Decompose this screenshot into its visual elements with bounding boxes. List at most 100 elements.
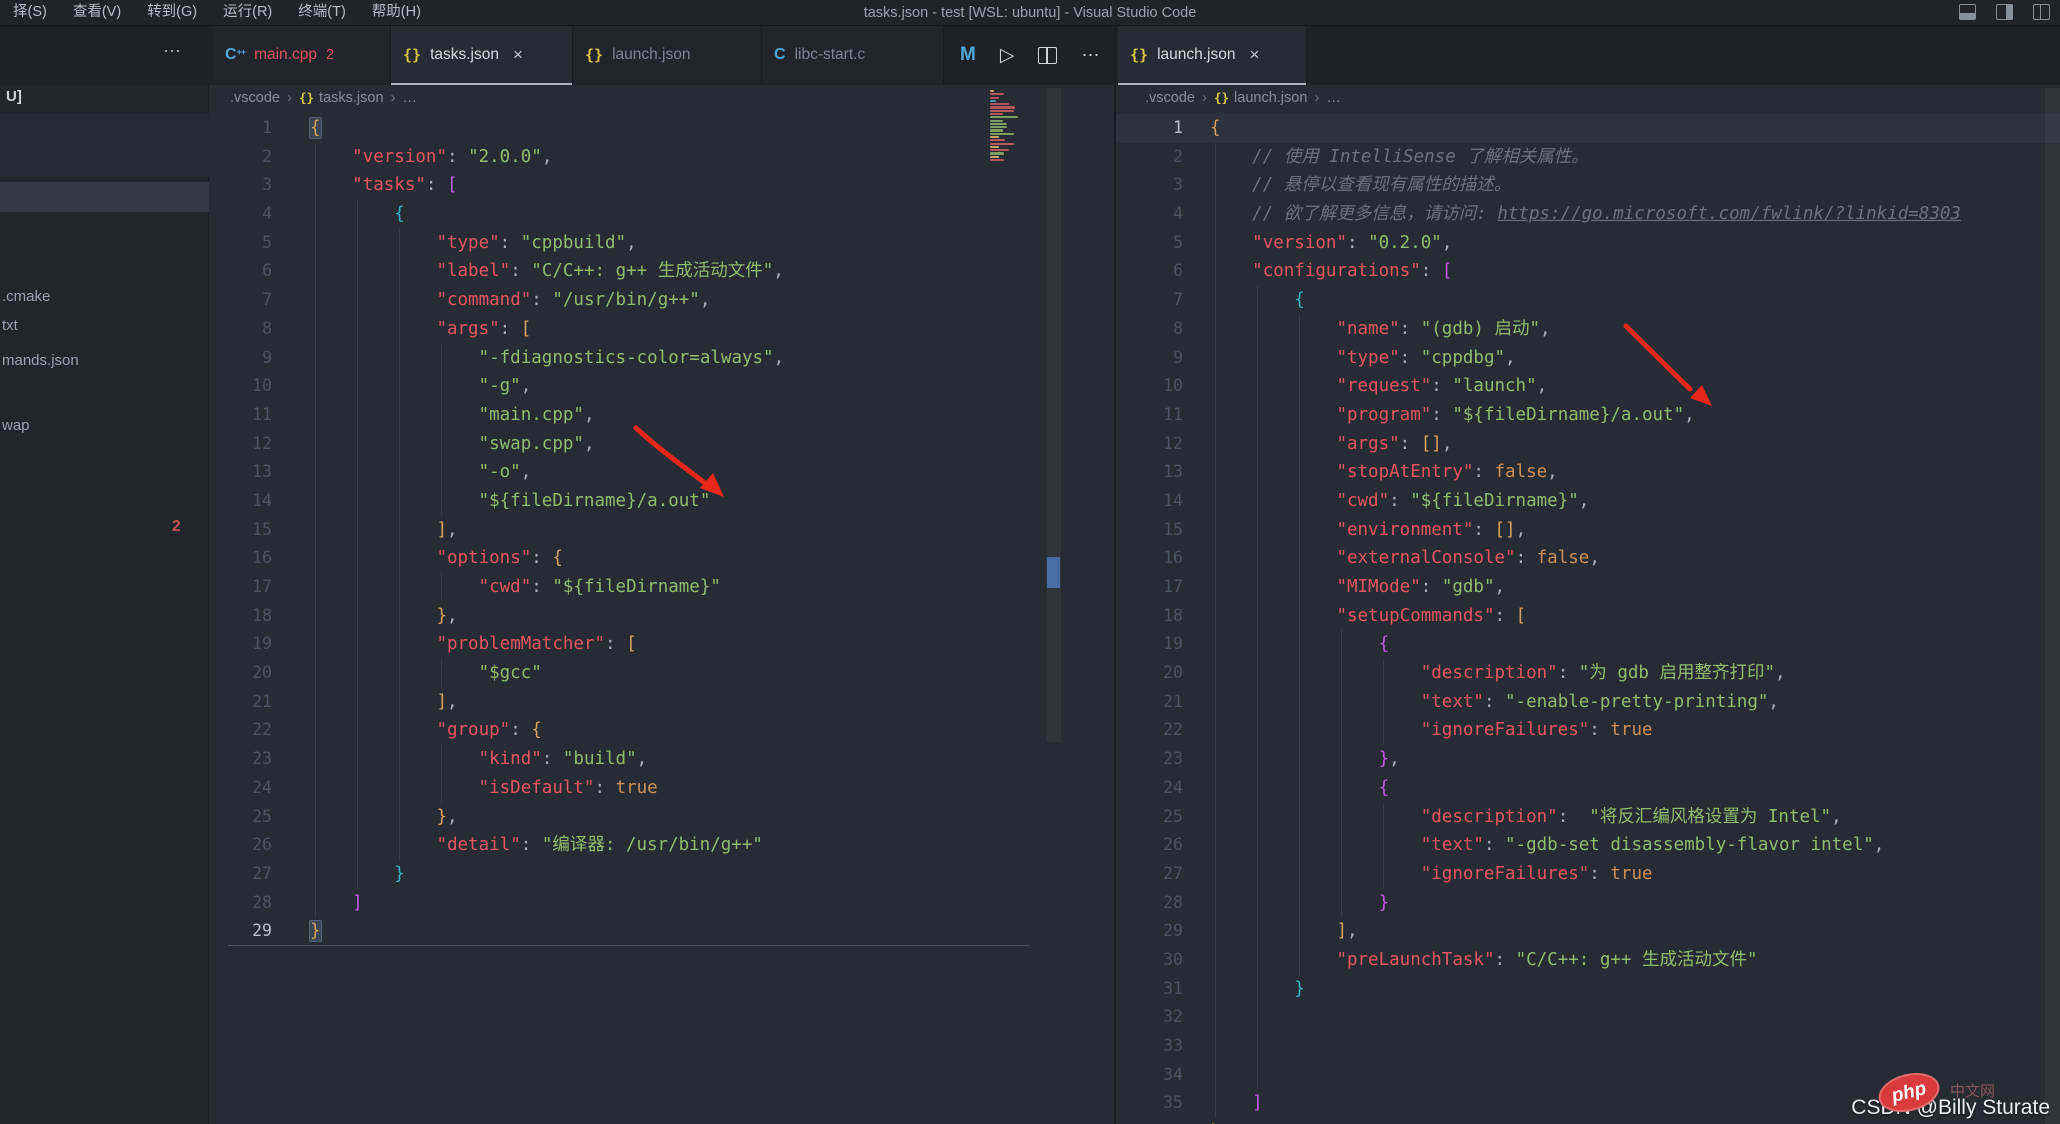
code-line[interactable]: 33 [1115, 1032, 2060, 1061]
code-line[interactable]: 20 "description": "为 gdb 启用整齐打印", [1115, 659, 2060, 688]
tab-libc-start-c[interactable]: C libc-start.c [762, 25, 944, 85]
code-line[interactable]: 21 ], [209, 687, 1115, 717]
code-line[interactable]: 20 "$gcc" [209, 659, 1115, 688]
code-line[interactable]: 12 "args": [], [1115, 429, 2060, 459]
breadcrumb-more[interactable]: … [403, 90, 418, 106]
code-line[interactable]: 18 "setupCommands": [ [1115, 601, 2060, 631]
line-number[interactable]: 8 [1115, 315, 1183, 344]
code-line[interactable]: 30 "preLaunchTask": "C/C++: g++ 生成活动文件" [1115, 945, 2060, 975]
line-number[interactable]: 26 [1115, 831, 1183, 860]
line-number[interactable]: 19 [209, 630, 272, 659]
line-number[interactable]: 34 [1115, 1061, 1183, 1090]
line-number[interactable]: 29 [1115, 917, 1183, 946]
code-line[interactable]: 23 }, [1115, 745, 2060, 774]
line-number[interactable]: 18 [1115, 602, 1183, 631]
code-line[interactable]: 7 { [1115, 286, 2060, 315]
cmake-icon[interactable]: M [960, 44, 976, 66]
line-number[interactable]: 15 [209, 516, 272, 545]
code-line[interactable]: 26 "text": "-gdb-set disassembly-flavor … [1115, 831, 2060, 860]
line-number[interactable]: 5 [1115, 229, 1183, 258]
tab-main-cpp[interactable]: C++ main.cpp 2 [213, 25, 391, 85]
code-line[interactable]: 21 "text": "-enable-pretty-printing", [1115, 687, 2060, 717]
code-line[interactable]: 19 "problemMatcher": [ [209, 630, 1115, 660]
line-number[interactable]: 2 [209, 143, 272, 172]
code-line[interactable]: 32 [1115, 1003, 2060, 1032]
code-line[interactable]: 10 "-g", [209, 372, 1115, 401]
line-number[interactable]: 1 [1115, 114, 1183, 143]
line-number[interactable]: 25 [209, 803, 272, 832]
split-editor-icon[interactable] [1038, 46, 1058, 64]
code-line[interactable]: 29} [209, 917, 1115, 946]
code-line[interactable]: 15 ], [209, 515, 1115, 545]
tab-launch-json-left[interactable]: {} launch.json [573, 25, 762, 85]
editor-tasks-json[interactable]: 1{2 "version": "2.0.0", 3 "tasks": [4 {5 … [209, 110, 1115, 1124]
line-number[interactable]: 10 [1115, 372, 1183, 401]
code-line[interactable]: 24 "isDefault": true [209, 773, 1115, 803]
code-line[interactable]: 19 { [1115, 630, 2060, 660]
line-number[interactable]: 23 [1115, 745, 1183, 774]
scrollbar-right[interactable] [2045, 88, 2060, 1124]
line-number[interactable]: 31 [1115, 975, 1183, 1004]
sidebar-item-txt[interactable]: txt [2, 317, 18, 334]
line-number[interactable]: 33 [1115, 1032, 1183, 1061]
selected-file-row[interactable] [0, 182, 209, 212]
line-number[interactable]: 14 [209, 487, 272, 516]
code-line[interactable]: 8 "name": "(gdb) 启动", [1115, 314, 2060, 344]
menu-view[interactable]: 查看(V) [60, 0, 134, 25]
menu-help[interactable]: 帮助(H) [359, 0, 434, 25]
code-line[interactable]: 12 "swap.cpp", [209, 429, 1115, 459]
line-number[interactable]: 28 [209, 889, 272, 918]
code-line[interactable]: 22 "group": { [209, 716, 1115, 746]
editor-group-divider[interactable] [1114, 25, 1116, 1124]
line-number[interactable]: 22 [1115, 716, 1183, 745]
code-line[interactable]: 11 "main.cpp", [209, 400, 1115, 430]
line-number[interactable]: 20 [209, 659, 272, 688]
more-actions-icon[interactable]: ⋯ [1081, 45, 1099, 66]
tab-tasks-json[interactable]: {} tasks.json × [391, 25, 573, 85]
code-line[interactable]: 11 "program": "${fileDirname}/a.out", [1115, 400, 2060, 430]
line-number[interactable]: 24 [209, 774, 272, 803]
line-number[interactable]: 1 [209, 114, 272, 143]
tab-launch-json-right[interactable]: {} launch.json × [1118, 25, 1307, 85]
code-line[interactable]: 3 // 悬停以查看现有属性的描述。 [1115, 171, 2060, 201]
sidebar-item-swap[interactable]: wap [2, 417, 30, 434]
breadcrumb-file[interactable]: tasks.json [319, 90, 383, 106]
line-number[interactable]: 22 [209, 716, 272, 745]
code-line[interactable]: 1{ [1115, 114, 2060, 143]
code-line[interactable]: 9 "-fdiagnostics-color=always", [209, 343, 1115, 373]
code-line[interactable]: 15 "environment": [], [1115, 515, 2060, 545]
line-number[interactable]: 14 [1115, 487, 1183, 516]
line-number[interactable]: 2 [1115, 143, 1183, 172]
customize-layout-icon[interactable] [2033, 4, 2050, 20]
code-line[interactable]: 13 "-o", [209, 458, 1115, 487]
line-number[interactable]: 11 [1115, 401, 1183, 430]
code-line[interactable]: 27 } [209, 859, 1115, 889]
line-number[interactable]: 25 [1115, 803, 1183, 832]
line-number[interactable]: 32 [1115, 1003, 1183, 1032]
code-line[interactable]: 17 "MIMode": "gdb", [1115, 573, 2060, 602]
line-number[interactable]: 7 [1115, 286, 1183, 315]
breadcrumb-folder[interactable]: .vscode [1145, 90, 1195, 106]
code-line[interactable]: 26 "detail": "编译器: /usr/bin/g++" [209, 831, 1115, 860]
code-line[interactable]: 5 "version": "0.2.0", [1115, 228, 2060, 258]
code-line[interactable]: 1{ [209, 114, 1115, 143]
line-number[interactable]: 17 [209, 573, 272, 602]
line-number[interactable]: 7 [209, 286, 272, 315]
line-number[interactable]: 9 [1115, 344, 1183, 373]
line-number[interactable]: 15 [1115, 516, 1183, 545]
code-line[interactable]: 22 "ignoreFailures": true [1115, 716, 2060, 746]
scrollbar-left[interactable] [1046, 88, 1061, 742]
line-number[interactable]: 4 [1115, 200, 1183, 229]
code-line[interactable]: 4 { [209, 200, 1115, 229]
run-file-icon[interactable]: ▷ [1000, 44, 1015, 67]
line-number[interactable]: 21 [209, 688, 272, 717]
line-number[interactable]: 9 [209, 344, 272, 373]
line-number[interactable]: 12 [1115, 430, 1183, 459]
line-number[interactable]: 26 [209, 831, 272, 860]
code-line[interactable]: 13 "stopAtEntry": false, [1115, 458, 2060, 487]
menu-terminal[interactable]: 终端(T) [285, 0, 359, 25]
line-number[interactable]: 16 [209, 544, 272, 573]
line-number[interactable]: 5 [209, 229, 272, 258]
line-number[interactable]: 36 [1115, 1118, 1183, 1124]
code-line[interactable]: 6 "label": "C/C++: g++ 生成活动文件", [209, 257, 1115, 287]
